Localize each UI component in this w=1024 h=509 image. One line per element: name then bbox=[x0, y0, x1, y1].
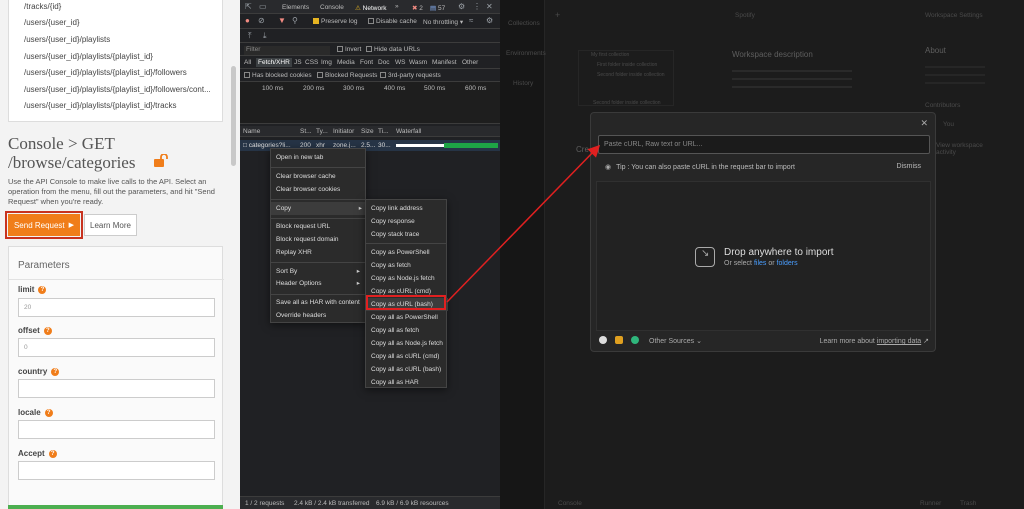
annotation-arrow bbox=[446, 144, 601, 303]
screenshot-root: /tracks/{id} /users/{user_id} /users/{us… bbox=[0, 0, 1024, 509]
